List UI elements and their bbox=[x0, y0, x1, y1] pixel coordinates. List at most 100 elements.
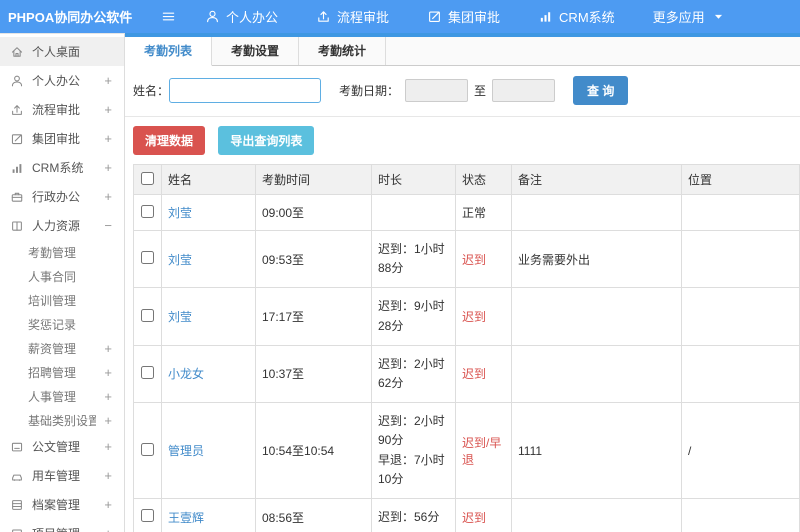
duration-cell: 迟到：56分 bbox=[371, 497, 456, 532]
row-checkbox[interactable] bbox=[141, 251, 154, 265]
attendance-table: 姓名 考勤时间 时长 状态 备注 位置 刘莹 09:00至 正常 刘莹 09:53至 迟到：1小时8… bbox=[133, 164, 800, 532]
sidebar-item-salary-mgmt[interactable]: 薪资管理 + bbox=[0, 336, 124, 360]
expand-toggle-icon[interactable]: + bbox=[104, 439, 114, 454]
select-all-checkbox[interactable] bbox=[141, 171, 154, 185]
sidebar-item-label: 招聘管理 bbox=[28, 365, 77, 380]
top-navbar: PHPOA协同办公软件 个人办公 流程审批 集团审批 CRM系统 更多应用 bbox=[0, 0, 800, 33]
location-cell bbox=[681, 287, 800, 346]
sidebar-item-attendance-mgmt[interactable]: 考勤管理 bbox=[0, 240, 124, 264]
sidebar-item-hr-contract[interactable]: 人事合同 bbox=[0, 264, 124, 288]
expand-toggle-icon[interactable]: + bbox=[104, 526, 114, 532]
clean-data-button[interactable]: 清理数据 bbox=[133, 126, 206, 155]
menu-toggle-button[interactable] bbox=[150, 9, 186, 24]
table-row: 管理员 10:54至10:54 迟到：2小时90分 早退：7小时10分 迟到/早退 111… bbox=[133, 402, 800, 499]
expand-toggle-icon[interactable]: + bbox=[104, 131, 114, 146]
employee-name-link[interactable]: 管理员 bbox=[168, 444, 204, 458]
column-header: 备注 bbox=[511, 164, 682, 195]
home-icon bbox=[11, 46, 23, 57]
sidebar-item-personal-office[interactable]: 个人办公 + bbox=[0, 66, 124, 95]
employee-name-link[interactable]: 刘莹 bbox=[168, 253, 192, 267]
export-list-button[interactable]: 导出查询列表 bbox=[218, 126, 315, 155]
location-cell bbox=[681, 497, 800, 532]
menu-icon bbox=[162, 12, 174, 21]
row-checkbox[interactable] bbox=[141, 509, 154, 523]
chart-icon bbox=[540, 12, 551, 22]
sidebar-item-label: 培训管理 bbox=[28, 293, 77, 308]
table-row: 刘莹 09:53至 迟到：1小时88分 迟到 业务需要外出 bbox=[133, 229, 800, 289]
employee-name-link[interactable]: 刘莹 bbox=[168, 310, 192, 324]
nav-item-more-apps[interactable]: 更多应用 bbox=[634, 0, 745, 33]
remark-cell: 业务需要外出 bbox=[511, 229, 682, 289]
expand-toggle-icon[interactable]: + bbox=[104, 497, 114, 512]
expand-toggle-icon[interactable]: + bbox=[104, 73, 114, 88]
expand-toggle-icon[interactable]: − bbox=[104, 218, 114, 233]
date-to-separator-label: 至 bbox=[474, 84, 487, 98]
flow-icon bbox=[12, 104, 22, 115]
main-content: 考勤列表 考勤设置 考勤统计 姓名： 考勤日期： 至 查 询 清理数据 导出查询列表… bbox=[125, 33, 800, 532]
column-header: 状态 bbox=[455, 164, 512, 195]
expand-toggle-icon[interactable]: + bbox=[104, 468, 114, 483]
sidebar-item-admin-office[interactable]: 行政办公 + bbox=[0, 182, 124, 211]
sidebar-item-base-category-settings[interactable]: 基础类别设置 + bbox=[0, 408, 124, 432]
tab-attendance-list[interactable]: 考勤列表 bbox=[125, 37, 213, 66]
remark-cell bbox=[511, 344, 682, 404]
expand-toggle-icon[interactable]: + bbox=[104, 365, 114, 380]
expand-toggle-icon[interactable]: + bbox=[104, 389, 114, 404]
nav-item-group-approval[interactable]: 集团审批 bbox=[408, 0, 519, 33]
sidebar-item-group-approval[interactable]: 集团审批 + bbox=[0, 124, 124, 153]
sidebar-item-human-resources[interactable]: 人力资源 − bbox=[0, 211, 124, 240]
employee-name-link[interactable]: 小龙女 bbox=[168, 367, 204, 381]
briefcase-icon bbox=[11, 192, 23, 202]
row-checkbox[interactable] bbox=[141, 365, 154, 379]
sidebar-item-project-mgmt[interactable]: 项目管理 + bbox=[0, 519, 124, 532]
sidebar-item-crm-system[interactable]: CRM系统 + bbox=[0, 153, 124, 182]
status-cell: 迟到/早退 bbox=[455, 402, 512, 499]
expand-toggle-icon[interactable]: + bbox=[104, 102, 114, 117]
nav-item-personal-office[interactable]: 个人办公 bbox=[186, 0, 297, 33]
expand-toggle-icon[interactable]: + bbox=[104, 413, 114, 428]
sidebar-item-vehicle-mgmt[interactable]: 用车管理 + bbox=[0, 461, 124, 490]
attendance-time-cell: 09:53至 bbox=[255, 229, 372, 289]
sidebar-item-official-doc-mgmt[interactable]: 公文管理 + bbox=[0, 432, 124, 461]
employee-name-link[interactable]: 刘莹 bbox=[168, 206, 192, 220]
navbar-menu: 个人办公 流程审批 集团审批 CRM系统 更多应用 bbox=[186, 0, 745, 33]
attendance-time-cell: 08:56至 bbox=[255, 497, 372, 532]
nav-item-workflow-approval[interactable]: 流程审批 bbox=[297, 0, 408, 33]
location-cell bbox=[681, 194, 800, 231]
date-to-input[interactable] bbox=[492, 79, 556, 102]
expand-toggle-icon[interactable]: + bbox=[104, 160, 114, 175]
table-row: 刘莹 17:17至 迟到：9小时28分 迟到 bbox=[133, 287, 800, 346]
sidebar-item-label: 薪资管理 bbox=[28, 341, 77, 356]
sidebar-item-label: 基础类别设置 bbox=[28, 413, 97, 428]
expand-toggle-icon[interactable]: + bbox=[104, 341, 114, 356]
status-cell: 迟到 bbox=[455, 229, 512, 289]
row-checkbox[interactable] bbox=[141, 204, 154, 218]
sidebar-item-personnel-mgmt[interactable]: 人事管理 + bbox=[0, 384, 124, 408]
sidebar-item-reward-punish-records[interactable]: 奖惩记录 bbox=[0, 312, 124, 336]
duration-cell: 迟到：1小时88分 bbox=[371, 229, 456, 289]
row-checkbox[interactable] bbox=[141, 442, 154, 456]
search-button[interactable]: 查 询 bbox=[573, 76, 629, 105]
employee-name-link[interactable]: 王壹辉 bbox=[168, 511, 204, 525]
sidebar-item-personal-desktop[interactable]: 个人桌面 bbox=[0, 37, 124, 66]
tab-attendance-settings[interactable]: 考勤设置 bbox=[212, 37, 300, 65]
sidebar-item-label: 考勤管理 bbox=[28, 245, 77, 260]
sidebar-item-recruit-mgmt[interactable]: 招聘管理 + bbox=[0, 360, 124, 384]
sidebar-item-label: CRM系统 bbox=[32, 161, 84, 175]
attendance-time-cell: 10:37至 bbox=[255, 344, 372, 404]
user-icon bbox=[207, 10, 218, 23]
sidebar-item-workflow-approval[interactable]: 流程审批 + bbox=[0, 95, 124, 124]
book-icon bbox=[12, 220, 22, 231]
date-from-input[interactable] bbox=[405, 79, 469, 102]
status-cell: 迟到 bbox=[455, 287, 512, 346]
app-logo: PHPOA协同办公软件 bbox=[8, 10, 133, 25]
nav-item-crm-system[interactable]: CRM系统 bbox=[519, 0, 634, 33]
name-label: 姓名： bbox=[133, 84, 170, 98]
tab-bar: 考勤列表 考勤设置 考勤统计 bbox=[125, 37, 800, 66]
sidebar-item-archive-mgmt[interactable]: 档案管理 + bbox=[0, 490, 124, 519]
sidebar-item-training-mgmt[interactable]: 培训管理 bbox=[0, 288, 124, 312]
expand-toggle-icon[interactable]: + bbox=[104, 189, 114, 204]
tab-attendance-stats[interactable]: 考勤统计 bbox=[299, 37, 387, 65]
name-input[interactable] bbox=[169, 78, 322, 103]
row-checkbox[interactable] bbox=[141, 308, 154, 322]
